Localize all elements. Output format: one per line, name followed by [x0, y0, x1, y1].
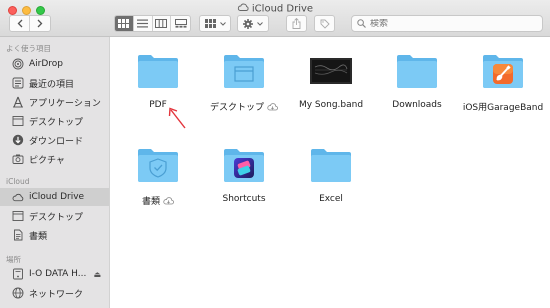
downloads-icon	[12, 134, 24, 146]
network-icon	[12, 287, 24, 299]
file-item-excel[interactable]: Excel	[286, 143, 376, 204]
chevron-right-icon	[37, 19, 43, 28]
sidebar-item-external-drive[interactable]: I-O DATA H... ⏏	[0, 265, 109, 283]
sidebar-item-label: ピクチャ	[29, 155, 65, 166]
list-view-button[interactable]	[134, 16, 153, 31]
gallery-view-button[interactable]	[171, 16, 190, 31]
annotation-arrow	[168, 107, 186, 129]
file-name: 書類	[141, 197, 160, 207]
folder-icon	[286, 143, 376, 187]
search-icon	[357, 19, 366, 28]
file-name: デスクトップ	[209, 103, 264, 113]
file-name: Shortcuts	[222, 194, 266, 204]
sidebar-item-applications[interactable]: アプリケーション	[0, 93, 109, 111]
applications-icon	[12, 96, 24, 108]
garageband-file-icon	[286, 49, 376, 93]
search-input[interactable]	[370, 18, 530, 29]
share-icon	[292, 18, 301, 29]
sidebar-item-label: ネットワーク	[29, 289, 84, 300]
share-button[interactable]	[286, 15, 307, 32]
nav-buttons	[9, 15, 51, 32]
window-title: iCloud Drive	[0, 3, 550, 15]
sidebar-item-airdrop[interactable]: AirDrop	[0, 55, 109, 73]
pictures-icon	[12, 153, 24, 165]
file-browser: PDF デスクトップ My Song.band Downloads iOS用Ga…	[110, 37, 550, 308]
cloud-icon	[12, 191, 24, 203]
sidebar-item-icloud-desktop[interactable]: デスクトップ	[0, 207, 109, 225]
file-item-pdf[interactable]: PDF	[113, 49, 203, 110]
sidebar-item-desktop[interactable]: デスクトップ	[0, 112, 109, 130]
drive-icon	[12, 268, 24, 280]
cloud-download-icon[interactable]	[267, 102, 278, 111]
file-name: Downloads	[392, 100, 442, 110]
column-view-button[interactable]	[153, 16, 172, 31]
columns-icon	[155, 19, 168, 28]
sidebar-item-label: アプリケーション	[29, 98, 101, 109]
file-name: My Song.band	[298, 100, 364, 110]
file-item-downloads[interactable]: Downloads	[372, 49, 462, 110]
tag-icon	[320, 19, 330, 29]
sidebar-item-downloads[interactable]: ダウンロード	[0, 131, 109, 149]
file-item-my-song[interactable]: My Song.band	[286, 49, 376, 110]
sidebar-item-label: AirDrop	[29, 59, 64, 69]
recents-icon	[12, 77, 24, 89]
documents-icon	[12, 229, 24, 241]
sidebar-heading-icloud: iCloud	[6, 177, 30, 186]
chevron-left-icon	[17, 19, 22, 28]
sidebar-item-label: I-O DATA H...	[29, 269, 87, 279]
airdrop-icon	[12, 58, 24, 70]
sidebar-item-label: 最近の項目	[29, 79, 75, 90]
sidebar-item-label: デスクトップ	[29, 212, 84, 223]
sidebar-item-label: 書類	[29, 231, 48, 242]
sidebar-item-label: デスクトップ	[29, 117, 84, 128]
tag-button[interactable]	[314, 15, 335, 32]
group-grid-icon	[204, 19, 216, 28]
cloud-icon	[237, 3, 249, 14]
file-name: iOS用GarageBand	[462, 103, 544, 113]
desktop-icon	[12, 115, 24, 127]
sidebar-item-label: ダウンロード	[29, 136, 84, 147]
cloud-download-icon[interactable]	[163, 196, 174, 205]
desktop-folder-icon	[199, 49, 289, 93]
file-item-shortcuts[interactable]: Shortcuts	[199, 143, 289, 204]
action-menu-button[interactable]	[237, 15, 269, 32]
file-item-ios-garageband[interactable]: iOS用GarageBand	[458, 49, 548, 113]
sidebar-heading-favorites: よく使う項目	[6, 44, 51, 53]
documents-folder-icon	[113, 143, 203, 187]
icon-view-button[interactable]	[115, 16, 134, 31]
file-name: PDF	[149, 100, 167, 110]
window-title-text: iCloud Drive	[251, 3, 314, 15]
sidebar-item-network[interactable]: ネットワーク	[0, 284, 109, 302]
garageband-app-folder-icon	[458, 49, 548, 93]
icon-grid-icon	[118, 19, 130, 28]
group-button[interactable]	[199, 15, 231, 32]
chevron-down-icon	[219, 21, 226, 26]
sidebar-item-icloud-drive[interactable]: iCloud Drive	[0, 188, 109, 206]
file-item-desktop[interactable]: デスクトップ	[199, 49, 289, 113]
forward-button[interactable]	[30, 16, 50, 31]
gear-icon	[243, 18, 253, 29]
sidebar-item-label: iCloud Drive	[29, 192, 85, 202]
sidebar-heading-locations: 場所	[6, 255, 21, 264]
file-name: Excel	[319, 194, 343, 204]
sidebar-item-recents[interactable]: 最近の項目	[0, 74, 109, 92]
chevron-down-icon	[257, 21, 263, 26]
folder-icon	[113, 49, 203, 93]
sidebar-item-documents[interactable]: 書類	[0, 226, 109, 244]
window-toolbar: iCloud Drive	[0, 0, 550, 37]
gallery-icon	[174, 19, 187, 28]
search-field[interactable]	[351, 15, 543, 32]
desktop-icon	[12, 210, 24, 222]
view-mode-control	[114, 15, 191, 32]
shortcuts-app-folder-icon	[199, 143, 289, 187]
eject-icon[interactable]: ⏏	[93, 270, 101, 279]
sidebar: よく使う項目 AirDrop 最近の項目 アプリケーション デスクトップ ダウン…	[0, 37, 110, 308]
file-item-documents[interactable]: 書類	[113, 143, 203, 207]
list-icon	[137, 19, 149, 28]
folder-icon	[372, 49, 462, 93]
sidebar-item-pictures[interactable]: ピクチャ	[0, 150, 109, 168]
back-button[interactable]	[10, 16, 30, 31]
